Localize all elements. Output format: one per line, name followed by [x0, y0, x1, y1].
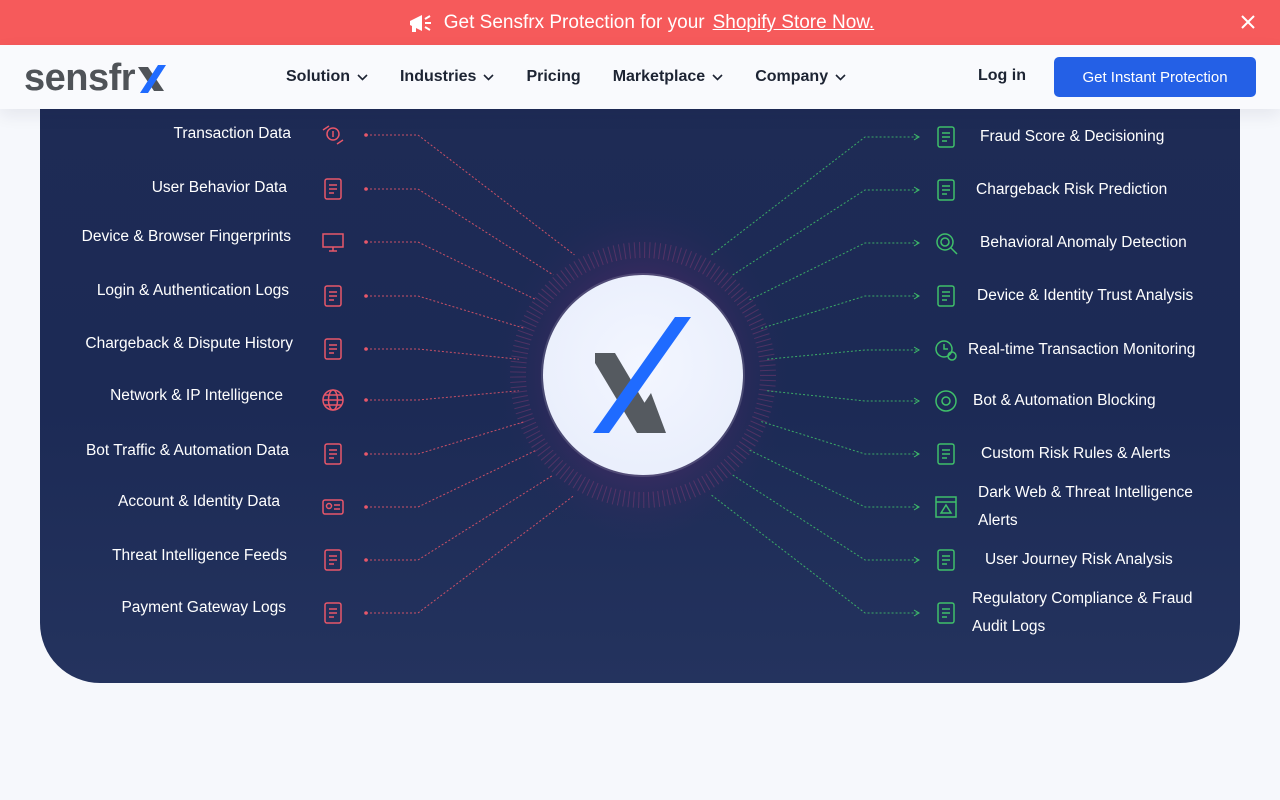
- input-label: Chargeback & Dispute History: [85, 335, 293, 352]
- logo-wordmark: sensfr: [24, 57, 136, 99]
- input-label: Transaction Data: [173, 125, 291, 142]
- input-connector-dot: [364, 133, 368, 137]
- megaphone-icon: [406, 8, 436, 38]
- input-connector-line: [366, 188, 554, 276]
- input-connector-dot: [364, 187, 368, 191]
- input-connector-dot: [364, 558, 368, 562]
- document-log-icon: [320, 600, 346, 626]
- input-connector-dot: [364, 505, 368, 509]
- dollar-exchange-icon: [320, 122, 346, 148]
- output-label: Device & Identity Trust Analysis: [977, 287, 1194, 304]
- nav-item-pricing[interactable]: Pricing: [526, 68, 580, 86]
- input-label: Device & Browser Fingerprints: [81, 228, 291, 245]
- clock-dollar-icon: [933, 337, 959, 363]
- globe-icon: [320, 387, 346, 413]
- input-label: Bot Traffic & Automation Data: [85, 442, 289, 459]
- nav-item-label: Company: [755, 68, 829, 85]
- nav-item-industries[interactable]: Industries: [399, 68, 495, 86]
- input-connector-dot: [364, 452, 368, 456]
- input-connector-dot: [364, 398, 368, 402]
- input-connector-dot: [364, 611, 368, 615]
- promo-banner: Get Sensfrx Protection for your Shopify …: [0, 0, 1280, 45]
- audit-search-icon: [933, 600, 959, 626]
- chevron-down-icon: [483, 73, 495, 81]
- input-connector-line: [366, 474, 554, 561]
- input-label: Network & IP Intelligence: [110, 387, 283, 404]
- sensfrx-x-logo: [593, 317, 691, 433]
- output-connector-line: [711, 136, 918, 256]
- promo-link[interactable]: Shopify Store Now.: [713, 12, 875, 34]
- sensfrx-core: [543, 275, 743, 475]
- bot-gear-icon: [320, 441, 346, 467]
- nav-menu: Solution Industries Pricing Marketplace Comp…: [286, 45, 878, 109]
- logo-x-icon: [138, 65, 167, 93]
- input-label: Threat Intelligence Feeds: [112, 547, 287, 564]
- trend-hand-icon: [933, 177, 959, 203]
- nav-item-label: Solution: [286, 68, 350, 85]
- input-label: Login & Authentication Logs: [96, 282, 289, 299]
- input-connector-dot: [364, 294, 368, 298]
- output-connector-line: [711, 494, 918, 614]
- chevron-down-icon: [835, 73, 846, 81]
- nav-item-label: Industries: [399, 68, 477, 85]
- lock-document-icon: [320, 547, 346, 573]
- nav-item-company[interactable]: Company: [755, 68, 846, 86]
- nav-item-marketplace[interactable]: Marketplace: [613, 68, 724, 86]
- input-connector-line: [366, 134, 575, 256]
- warning-window-icon: [933, 494, 959, 520]
- sensfrx-logo[interactable]: sensfr: [24, 57, 167, 99]
- rules-list-icon: [933, 441, 959, 467]
- output-label: Custom Risk Rules & Alerts: [981, 445, 1171, 462]
- shield-user-icon: [320, 283, 346, 309]
- login-link[interactable]: Log in: [978, 67, 1026, 85]
- user-profile-icon: [320, 176, 346, 202]
- output-label: Bot & Automation Blocking: [973, 392, 1156, 409]
- id-card-icon: [320, 494, 346, 520]
- close-icon[interactable]: [1238, 12, 1258, 32]
- decision-tree-icon: [933, 124, 959, 150]
- output-label: Behavioral Anomaly Detection: [980, 234, 1187, 251]
- output-label: Regulatory Compliance & Fraud Audit Logs: [972, 590, 1193, 635]
- chevron-down-icon: [712, 73, 723, 81]
- journey-path-icon: [933, 547, 959, 573]
- target-search-icon: [933, 230, 959, 256]
- nav-item-label: Pricing: [526, 68, 581, 85]
- output-label: Fraud Score & Decisioning: [980, 128, 1165, 145]
- input-label: User Behavior Data: [151, 179, 287, 196]
- input-label: Account & Identity Data: [118, 493, 280, 510]
- monitor-icon: [320, 229, 346, 255]
- nav-item-solution[interactable]: Solution: [286, 68, 368, 86]
- output-label: Dark Web & Threat Intelligence Alerts: [978, 484, 1193, 529]
- output-label: Chargeback Risk Prediction: [976, 181, 1168, 198]
- fraud-data-diagram: Transaction Data User Behavior Data Device…: [40, 70, 1240, 683]
- input-connector-dot: [364, 347, 368, 351]
- chevron-down-icon: [357, 73, 368, 81]
- nav-item-label: Marketplace: [612, 68, 706, 85]
- clipboard-clock-icon: [320, 336, 346, 362]
- megaphone-chart-icon: [933, 283, 959, 309]
- input-connector-dot: [364, 240, 368, 244]
- output-label: User Journey Risk Analysis: [985, 551, 1173, 568]
- promo-text: Get Sensfrx Protection for your: [443, 11, 705, 33]
- output-label: Real-time Transaction Monitoring: [968, 341, 1196, 358]
- input-label: Payment Gateway Logs: [121, 599, 286, 616]
- get-instant-protection-button[interactable]: Get Instant Protection: [1054, 57, 1256, 97]
- input-connector-line: [366, 494, 575, 614]
- main-navigation: sensfr Solution Industries Pricing Marketpl…: [0, 45, 1280, 109]
- gear-block-icon: [933, 388, 959, 414]
